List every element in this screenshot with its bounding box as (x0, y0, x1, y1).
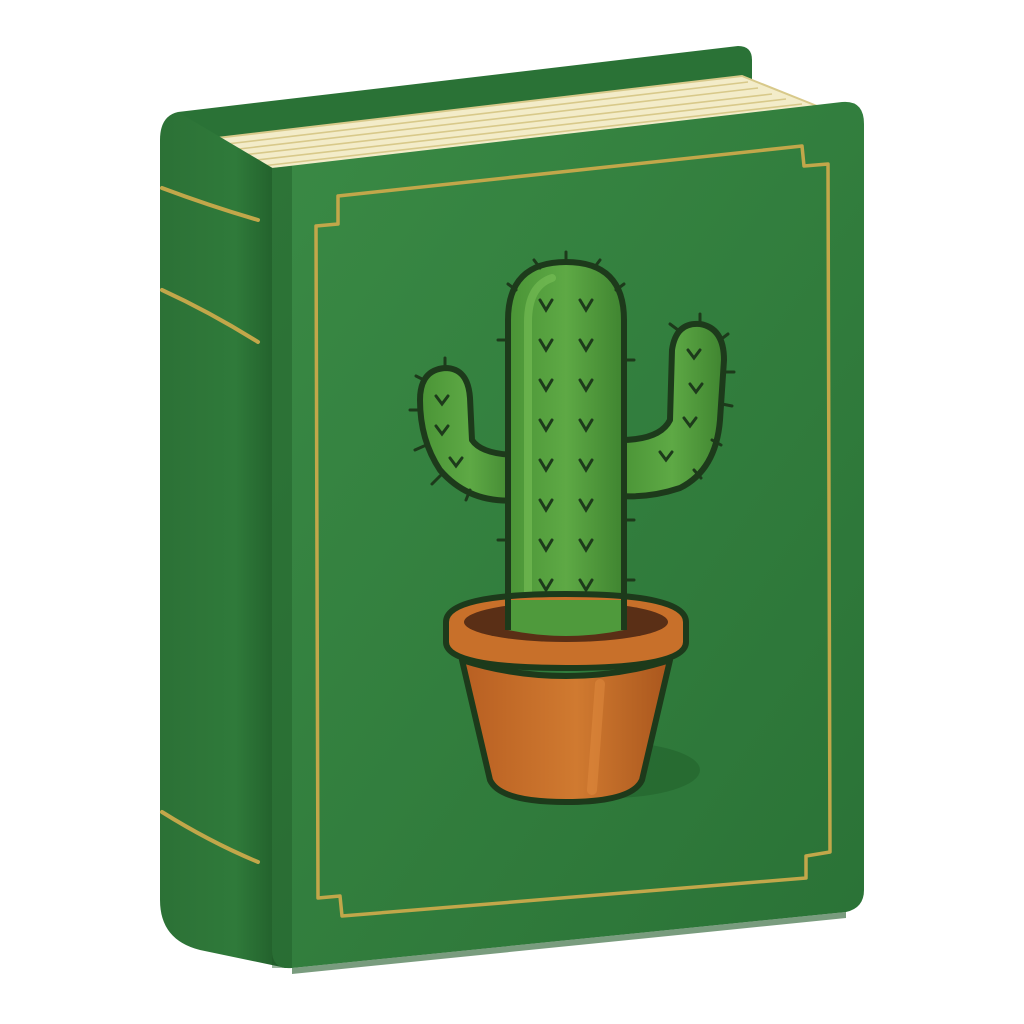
book-icon (160, 46, 864, 974)
book-illustration (0, 0, 1024, 1024)
book-spine (160, 112, 286, 968)
cover-hinge-shadow (272, 166, 292, 968)
